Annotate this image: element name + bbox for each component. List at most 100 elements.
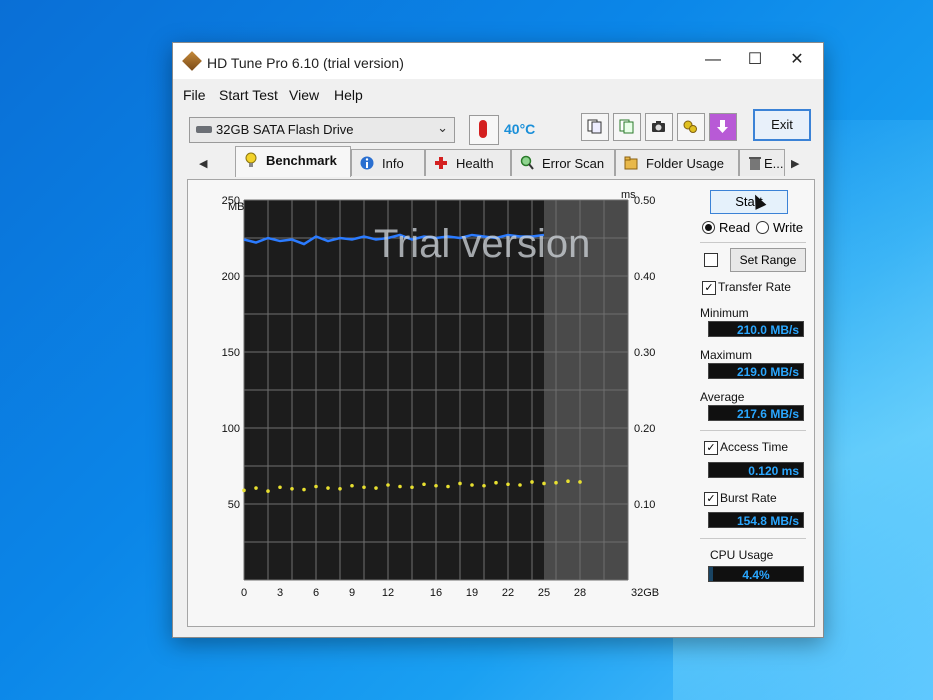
options-button[interactable]	[677, 113, 705, 141]
minimize-button[interactable]: —	[693, 47, 733, 73]
access-time-point	[422, 482, 426, 487]
lightbulb-icon	[245, 152, 257, 167]
title-bar[interactable]: HD Tune Pro 6.10 (trial version) — ☐ ✕	[173, 43, 823, 79]
access-time-point	[374, 486, 378, 490]
menu-file[interactable]: File	[183, 87, 206, 103]
camera-icon	[652, 121, 665, 132]
access-time-point	[302, 487, 306, 492]
access-time-label: Access Time	[720, 440, 789, 454]
cpu-usage-value: 4.4%	[742, 568, 770, 582]
x-tick-label: 28	[574, 587, 586, 599]
access-time-point	[482, 483, 486, 488]
tab-scroll-left-icon[interactable]: ◀	[199, 157, 207, 170]
y-left-tick-label: 200	[222, 271, 240, 283]
x-tick-label: 6	[313, 587, 319, 599]
info-icon	[360, 156, 374, 170]
access-time-checkbox[interactable]: ✓	[704, 441, 718, 455]
tab-label: Error Scan	[542, 156, 605, 171]
separator	[700, 430, 806, 431]
access-time-point	[434, 483, 438, 488]
tab-health[interactable]: Health	[425, 149, 511, 176]
set-range-checkbox[interactable]	[704, 253, 718, 267]
access-time-point	[530, 480, 534, 484]
trash-icon	[749, 157, 761, 170]
menu-start-test[interactable]: Start Test	[219, 87, 278, 103]
x-tick-label: 19	[466, 587, 478, 599]
access-time-point	[410, 485, 414, 490]
app-icon	[182, 51, 202, 71]
exit-button[interactable]: Exit	[753, 109, 811, 141]
access-time-point	[458, 481, 462, 486]
screenshot-button[interactable]	[645, 113, 673, 141]
tab-label: Folder Usage	[646, 156, 725, 171]
burst-rate-label: Burst Rate	[720, 491, 777, 505]
drive-select-label: 32GB SATA Flash Drive	[216, 122, 354, 137]
access-time-point	[446, 484, 450, 489]
copy-text-button[interactable]	[581, 113, 609, 141]
drive-select[interactable]: 32GB SATA Flash Drive ⌄	[189, 117, 455, 143]
y-right-tick-label: 0.20	[634, 423, 655, 435]
average-label: Average	[700, 390, 745, 404]
maximize-button[interactable]: ☐	[735, 47, 775, 73]
average-value: 217.6 MB/s	[708, 405, 804, 421]
x-tick-label: 9	[349, 587, 355, 599]
write-radio[interactable]: Write	[756, 220, 803, 235]
tab-info[interactable]: Info	[351, 149, 425, 176]
burst-rate-checkbox[interactable]: ✓	[704, 492, 718, 506]
benchmark-controls: Start Read Write Set Range ✓ Transfer Ra…	[696, 180, 814, 626]
x-tick-label: 16	[430, 587, 442, 599]
tab-benchmark[interactable]: Benchmark	[235, 146, 351, 177]
window-title: HD Tune Pro 6.10 (trial version)	[207, 55, 404, 71]
transfer-rate-checkbox[interactable]: ✓	[702, 281, 716, 295]
read-radio[interactable]: Read	[702, 220, 750, 235]
x-tick-label: 25	[538, 587, 550, 599]
menu-view[interactable]: View	[289, 87, 319, 103]
temperature-readout: 40°C	[504, 121, 536, 137]
menu-help[interactable]: Help	[334, 87, 363, 103]
y-right-tick-label: 0.40	[634, 271, 655, 283]
tab-strip: ◀ Benchmark Info Health Error Scan Folde…	[185, 146, 815, 179]
tab-error-scan[interactable]: Error Scan	[511, 149, 615, 176]
separator	[700, 538, 806, 539]
tab-folder-usage[interactable]: Folder Usage	[615, 149, 739, 176]
cpu-usage-bar: 4.4%	[708, 566, 804, 582]
access-time-point	[350, 483, 354, 488]
access-time-point	[290, 487, 294, 491]
health-cross-icon	[435, 157, 447, 169]
y-left-tick-label: 150	[222, 347, 240, 359]
set-range-button[interactable]: Set Range	[730, 248, 806, 272]
y-left-tick-label: 250	[222, 195, 240, 207]
access-time-point	[518, 483, 522, 487]
tab-scroll-right-icon[interactable]: ▶	[791, 157, 799, 170]
x-tick-label: 12	[382, 587, 394, 599]
save-button[interactable]	[709, 113, 737, 141]
read-radio-dot	[702, 221, 715, 234]
access-time-point	[566, 479, 570, 484]
copy-text-icon	[587, 119, 602, 134]
access-time-point	[266, 489, 270, 493]
start-button[interactable]: Start	[710, 190, 788, 214]
access-time-point	[242, 488, 246, 493]
hdtune-window: HD Tune Pro 6.10 (trial version) — ☐ ✕ F…	[172, 42, 824, 638]
copy-info-button[interactable]	[613, 113, 641, 141]
trial-watermark: Trial version	[374, 222, 591, 266]
separator	[700, 242, 806, 243]
benchmark-panel: MB/s ms 32GB 250 200 150 100 50 0.50 0.40 0.30 0…	[187, 179, 815, 627]
maximum-value: 219.0 MB/s	[708, 363, 804, 379]
access-time-point	[254, 486, 258, 490]
close-button[interactable]: ✕	[777, 47, 817, 73]
access-time-point	[278, 485, 282, 490]
burst-rate-value: 154.8 MB/s	[708, 512, 804, 528]
access-time-point	[542, 481, 546, 486]
transfer-rate-label: Transfer Rate	[718, 280, 791, 294]
access-time-point	[398, 484, 402, 489]
x-tick-label: 0	[241, 587, 247, 599]
access-time-point	[362, 485, 366, 490]
access-time-point	[506, 482, 510, 487]
x-axis-unit-label: 32GB	[631, 587, 659, 599]
tab-erase[interactable]: E...	[739, 149, 785, 176]
thermometer-icon	[469, 115, 499, 145]
options-icon	[683, 120, 697, 133]
access-time-point	[326, 486, 330, 490]
chevron-down-icon: ⌄	[437, 120, 448, 135]
